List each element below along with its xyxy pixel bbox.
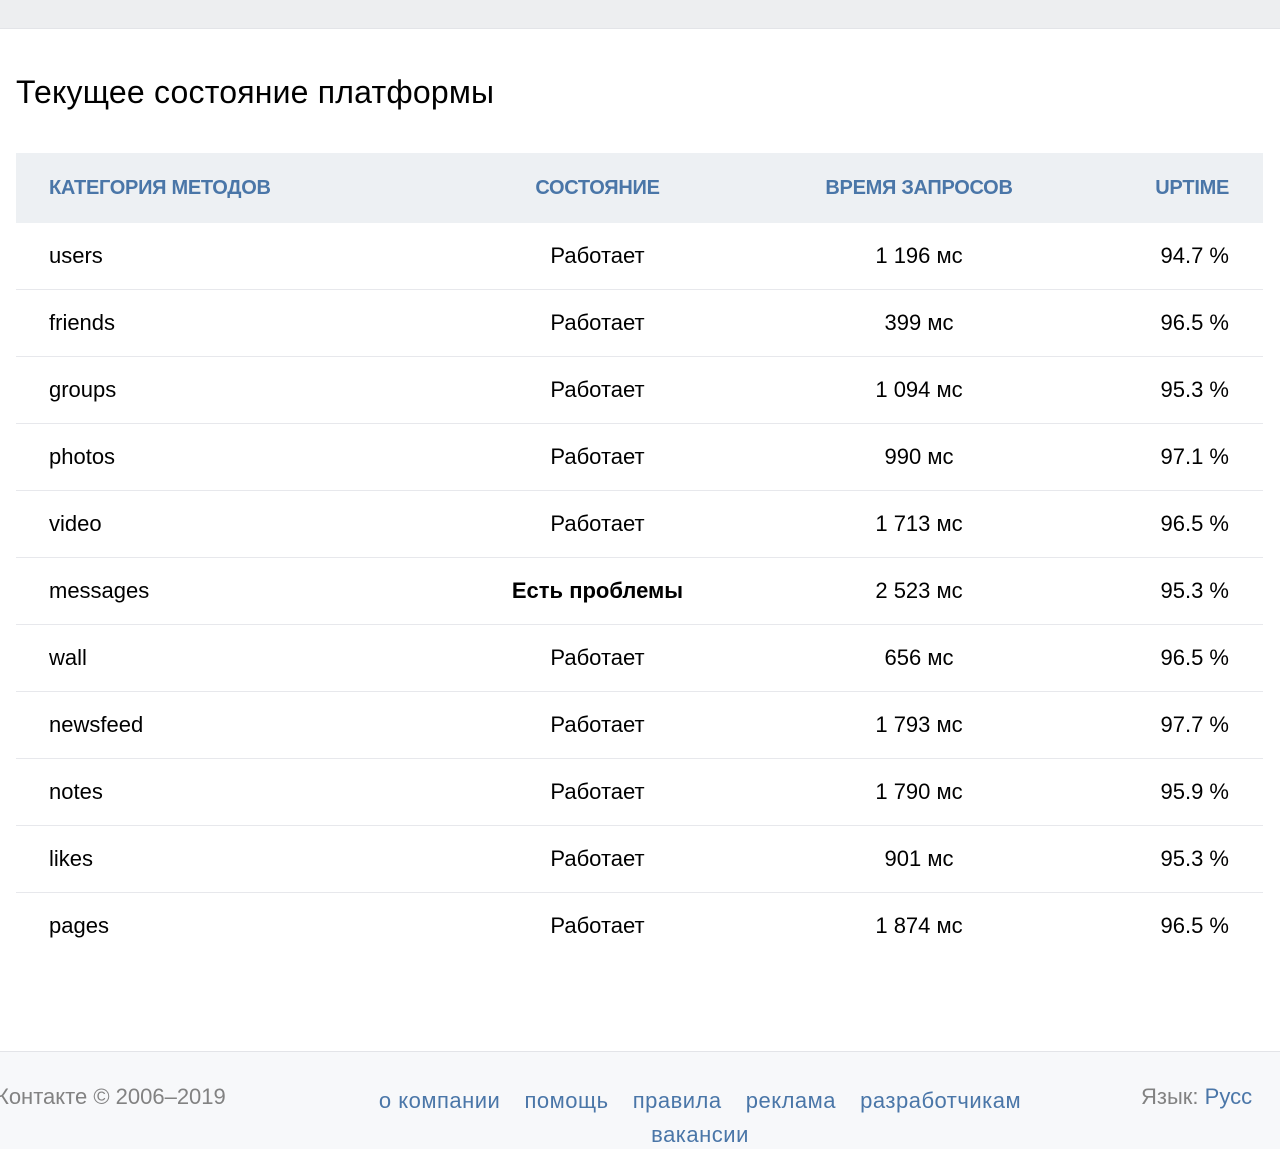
category-cell: messages: [16, 557, 449, 625]
time-cell: 1 793 мс: [746, 691, 1092, 759]
uptime-cell: 96.5 %: [1092, 289, 1263, 357]
table-row: users Работает 1 196 мс 94.7 %: [16, 223, 1263, 290]
status-cell-problem: Есть проблемы: [449, 557, 746, 625]
category-cell: video: [16, 490, 449, 558]
top-strip: [0, 0, 1280, 29]
category-cell: likes: [16, 825, 449, 893]
language-label: Язык:: [1141, 1084, 1199, 1109]
footer-links: о компании помощь правила реклама разраб…: [330, 1084, 1070, 1152]
table-row: wall Работает 656 мс 96.5 %: [16, 624, 1263, 692]
uptime-cell: 97.1 %: [1092, 423, 1263, 491]
table-row: groups Работает 1 094 мс 95.3 %: [16, 356, 1263, 424]
category-cell: photos: [16, 423, 449, 491]
status-cell: Работает: [449, 825, 746, 893]
header-uptime: Uptime: [1092, 153, 1263, 223]
footer-link-developers[interactable]: разработчикам: [860, 1088, 1021, 1113]
uptime-cell: 95.3 %: [1092, 825, 1263, 893]
time-cell: 399 мс: [746, 289, 1092, 357]
header-status: Состояние: [449, 153, 746, 223]
status-cell: Работает: [550, 913, 645, 938]
table-row: friends Работает 399 мс 96.5 %: [16, 289, 1263, 357]
time-cell: 901 мс: [746, 825, 1092, 893]
status-cell: Работает: [449, 356, 746, 424]
uptime-cell: 95.3 %: [1092, 356, 1263, 424]
status-cell: Работает: [449, 758, 746, 826]
status-cell: Работает: [449, 490, 746, 558]
header-category: Категория методов: [16, 153, 449, 223]
category-cell: friends: [16, 289, 449, 357]
footer: Контакте © 2006–2019 о компании помощь п…: [0, 1051, 1280, 1149]
uptime-cell: 96.5 %: [1160, 913, 1230, 938]
uptime-cell: 94.7 %: [1092, 223, 1263, 290]
footer-link-rules[interactable]: правила: [633, 1088, 722, 1113]
uptime-cell: 95.3 %: [1092, 557, 1263, 625]
category-cell: pages: [49, 913, 109, 938]
table-row: newsfeed Работает 1 793 мс 97.7 %: [16, 691, 1263, 759]
time-cell: 1 196 мс: [746, 223, 1092, 290]
language-selector: Язык: Русс: [1141, 1084, 1252, 1110]
footer-link-jobs[interactable]: вакансии: [651, 1122, 749, 1147]
status-cell: Работает: [449, 691, 746, 759]
table-row: likes Работает 901 мс 95.3 %: [16, 825, 1263, 893]
category-cell: wall: [16, 624, 449, 692]
time-cell: 2 523 мс: [746, 557, 1092, 625]
table-row: photos Работает 990 мс 97.1 %: [16, 423, 1263, 491]
table-row: pages Работает 1 874 мс 96.5 %: [16, 893, 1263, 960]
uptime-cell: 95.9 %: [1092, 758, 1263, 826]
uptime-cell: 96.5 %: [1092, 624, 1263, 692]
table-header-row: Категория методов Состояние Время запрос…: [16, 153, 1263, 223]
time-cell: 656 мс: [746, 624, 1092, 692]
category-cell: groups: [16, 356, 449, 424]
time-cell: 1 874 мс: [875, 913, 963, 938]
uptime-cell: 96.5 %: [1092, 490, 1263, 558]
status-cell: Работает: [449, 624, 746, 692]
category-cell: users: [16, 223, 449, 290]
status-cell: Работает: [449, 223, 746, 290]
footer-link-help[interactable]: помощь: [524, 1088, 608, 1113]
header-time: Время запросов: [746, 153, 1092, 223]
page-title: Текущее состояние платформы: [16, 74, 495, 110]
category-cell: newsfeed: [16, 691, 449, 759]
time-cell: 1 094 мс: [746, 356, 1092, 424]
time-cell: 990 мс: [746, 423, 1092, 491]
time-cell: 1 713 мс: [746, 490, 1092, 558]
time-cell: 1 790 мс: [746, 758, 1092, 826]
footer-link-ads[interactable]: реклама: [746, 1088, 836, 1113]
table-row: messages Есть проблемы 2 523 мс 95.3 %: [16, 557, 1263, 625]
category-cell: notes: [16, 758, 449, 826]
table-row: video Работает 1 713 мс 96.5 %: [16, 490, 1263, 558]
uptime-cell: 97.7 %: [1092, 691, 1263, 759]
table-row: notes Работает 1 790 мс 95.9 %: [16, 758, 1263, 826]
status-cell: Работает: [449, 423, 746, 491]
status-cell: Работает: [449, 289, 746, 357]
footer-copyright: Контакте © 2006–2019: [0, 1084, 226, 1109]
language-link[interactable]: Русс: [1205, 1084, 1252, 1109]
footer-link-about[interactable]: о компании: [379, 1088, 500, 1113]
status-table: Категория методов Состояние Время запрос…: [16, 153, 1263, 959]
